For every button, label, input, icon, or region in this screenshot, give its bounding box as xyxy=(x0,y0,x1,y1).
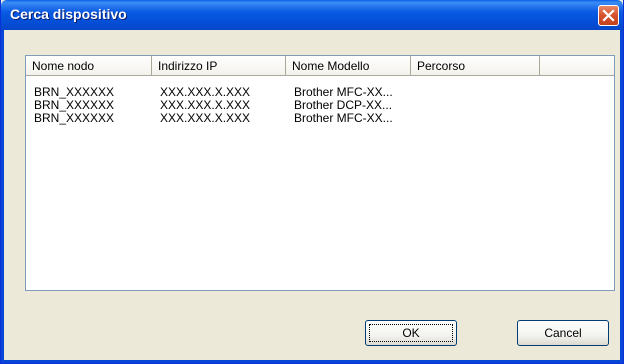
cancel-button-label: Cancel xyxy=(544,326,582,340)
cell-ip-address: XXX.XXX.X.XXX xyxy=(160,86,251,99)
table-row[interactable]: BRN_XXXXXX XXX.XXX.X.XXX Brother MFC-XX.… xyxy=(26,86,614,99)
cell-path xyxy=(411,99,540,112)
cell-node-name: BRN_XXXXXX xyxy=(34,86,115,99)
cell-model-name: Brother MFC-XX... xyxy=(294,112,393,125)
cell-model-name: Brother DCP-XX... xyxy=(294,99,393,112)
table-row[interactable]: BRN_XXXXXX XXX.XXX.X.XXX Brother DCP-XX.… xyxy=(26,99,614,112)
search-device-dialog: Cerca dispositivo Nome nodo Indirizzo IP… xyxy=(0,0,624,364)
cancel-button[interactable]: Cancel xyxy=(517,320,609,346)
cell-path xyxy=(411,112,540,125)
title-bar[interactable]: Cerca dispositivo xyxy=(1,0,623,30)
column-header-path[interactable]: Percorso xyxy=(411,56,540,76)
focus-rectangle xyxy=(369,324,453,342)
ok-button[interactable]: OK xyxy=(365,320,457,346)
cell-model-name: Brother MFC-XX... xyxy=(294,86,393,99)
column-header-filler xyxy=(540,56,614,76)
column-header-node-name[interactable]: Nome nodo xyxy=(26,56,152,76)
column-header-ip-address[interactable]: Indirizzo IP xyxy=(152,56,286,76)
cell-ip-address: XXX.XXX.X.XXX xyxy=(160,112,251,125)
list-header: Nome nodo Indirizzo IP Nome Modello Perc… xyxy=(26,56,614,76)
window-frame-right xyxy=(620,30,623,361)
window-frame-bottom xyxy=(1,360,623,363)
dialog-title: Cerca dispositivo xyxy=(10,6,127,22)
close-button[interactable] xyxy=(598,5,619,26)
cell-path xyxy=(411,86,540,99)
cell-node-name: BRN_XXXXXX xyxy=(34,112,115,125)
cell-node-name: BRN_XXXXXX xyxy=(34,99,115,112)
column-header-model-name[interactable]: Nome Modello xyxy=(286,56,411,76)
close-icon xyxy=(602,9,615,22)
cell-ip-address: XXX.XXX.X.XXX xyxy=(160,99,251,112)
table-row[interactable]: BRN_XXXXXX XXX.XXX.X.XXX Brother MFC-XX.… xyxy=(26,112,614,125)
device-rows: BRN_XXXXXX XXX.XXX.X.XXX Brother MFC-XX.… xyxy=(26,86,614,125)
window-frame-left xyxy=(1,30,4,361)
device-list[interactable]: Nome nodo Indirizzo IP Nome Modello Perc… xyxy=(25,55,615,291)
